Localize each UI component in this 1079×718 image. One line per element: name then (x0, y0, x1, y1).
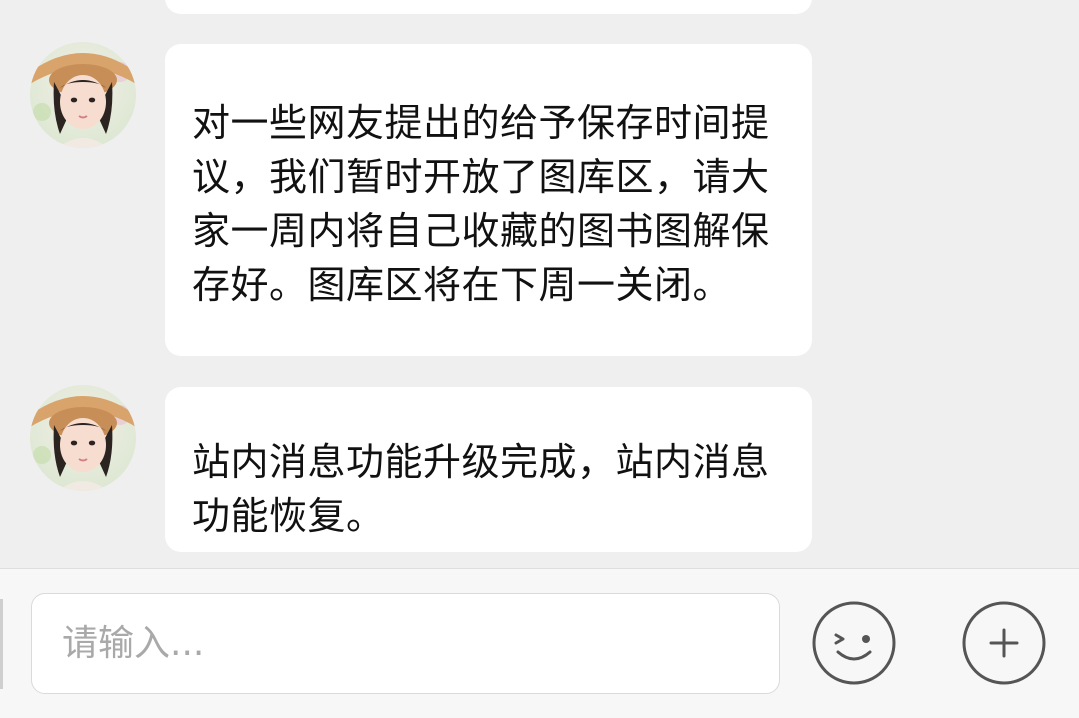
composer-edge-divider (0, 599, 3, 689)
sender-avatar[interactable] (30, 385, 136, 491)
message-bubble[interactable]: 站内消息功能升级完成，站内消息功能恢复。 (165, 387, 812, 552)
avatar-girl-with-hat-icon (30, 385, 136, 491)
emoji-button[interactable] (811, 600, 897, 686)
message-composer-bar (0, 568, 1079, 718)
add-attachment-button[interactable] (961, 600, 1047, 686)
sender-avatar[interactable] (30, 42, 136, 148)
plus-circle-icon (962, 601, 1046, 685)
message-text: 对一些网友提出的给予保存时间提议，我们暂时开放了图库区，请大家一周内将自己收藏的… (192, 101, 770, 307)
message-bubble-previous (165, 0, 812, 14)
smiley-icon (812, 601, 896, 685)
message-text: 站内消息功能升级完成，站内消息功能恢复。 (192, 440, 770, 538)
message-bubble[interactable]: 对一些网友提出的给予保存时间提议，我们暂时开放了图库区，请大家一周内将自己收藏的… (165, 44, 812, 356)
avatar-girl-with-hat-icon (30, 42, 136, 148)
message-input[interactable] (31, 593, 780, 694)
chat-message-list[interactable]: 对一些网友提出的给予保存时间提议，我们暂时开放了图库区，请大家一周内将自己收藏的… (0, 0, 1079, 568)
